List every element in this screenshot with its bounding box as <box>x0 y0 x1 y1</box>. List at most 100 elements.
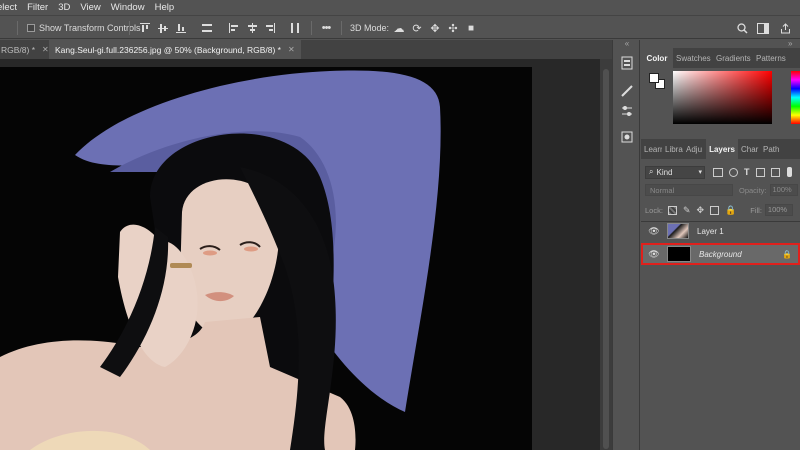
visibility-eye-icon[interactable]: 👁 <box>647 226 661 237</box>
divider <box>17 21 18 35</box>
panel-dock-strip: « <box>612 38 640 450</box>
document-tab-previous[interactable]: RGB/8) * ✕ <box>0 40 55 59</box>
divider <box>129 21 130 35</box>
visibility-eye-icon[interactable]: 👁 <box>647 249 661 260</box>
filter-kind-dropdown[interactable]: ⌕ Kind ▾ <box>645 165 705 179</box>
show-transform-controls-checkbox[interactable]: Show Transform Controls <box>27 16 141 40</box>
tab-label: Kang.Seul-gi.full.236256.jpg @ 50% (Back… <box>55 44 281 55</box>
lock-image-pixels-icon[interactable]: ✎ <box>683 205 691 216</box>
search-icon: ⌕ <box>649 167 654 176</box>
properties-panel-icon[interactable] <box>618 128 636 146</box>
tab-adjustments[interactable]: Adju <box>683 139 706 159</box>
collapse-panels-icon[interactable]: » <box>788 39 792 48</box>
menu-filter[interactable]: Filter <box>23 2 54 13</box>
portrait-image <box>0 67 532 450</box>
smart-object-filter-icon[interactable] <box>770 167 780 177</box>
canvas-area[interactable] <box>0 59 600 450</box>
close-icon[interactable]: ✕ <box>42 45 49 54</box>
document-tab-active[interactable]: Kang.Seul-gi.full.236256.jpg @ 50% (Back… <box>49 40 301 59</box>
align-right-edges-icon[interactable] <box>263 16 277 40</box>
menu-select[interactable]: elect <box>0 2 23 13</box>
layer-name: Layer 1 <box>697 226 724 236</box>
tab-layers[interactable]: Layers <box>706 139 738 159</box>
search-icon[interactable] <box>735 16 749 40</box>
fill-field[interactable]: 100% <box>764 204 793 216</box>
layer-filter-row: ⌕ Kind ▾ T <box>641 164 800 180</box>
layer-row-layer-1[interactable]: 👁 Layer 1 <box>641 220 800 242</box>
divider <box>311 21 312 35</box>
layer-thumbnail <box>667 246 691 262</box>
workspace-icon[interactable] <box>756 16 770 40</box>
blend-mode-dropdown[interactable]: Normal <box>645 184 733 196</box>
lock-artboard-icon[interactable] <box>710 205 720 215</box>
lock-all-icon[interactable]: 🔒 <box>725 205 736 216</box>
tab-learn[interactable]: Learn <box>641 139 662 159</box>
scrollbar-thumb[interactable] <box>603 69 609 449</box>
opacity-label: Opacity: <box>739 185 767 195</box>
adjustments-panel-icon[interactable] <box>618 102 636 120</box>
layers-panel-tabs: Learn Libra Adju Layers Char Path <box>641 139 800 159</box>
tab-paths[interactable]: Path <box>760 139 786 159</box>
color-picker-field[interactable] <box>673 71 772 124</box>
3d-roll-icon[interactable]: ⟳ <box>410 16 424 40</box>
history-panel-icon[interactable] <box>618 54 636 72</box>
tab-character[interactable]: Char <box>738 139 760 159</box>
fill-value: 100% <box>767 205 788 214</box>
tab-color[interactable]: Color <box>641 48 673 68</box>
menu-view[interactable]: View <box>76 2 106 13</box>
close-icon[interactable]: ✕ <box>288 45 295 54</box>
menu-bar: elect Filter 3D View Window Help <box>0 0 800 15</box>
pixel-layer-filter-icon[interactable] <box>713 167 723 177</box>
menu-3d[interactable]: 3D <box>54 2 76 13</box>
tab-patterns[interactable]: Patterns <box>753 48 793 68</box>
3d-mode-label: 3D Mode: <box>350 23 390 33</box>
align-vertical-centers-icon[interactable] <box>156 16 170 40</box>
lock-position-icon[interactable]: ✥ <box>696 205 704 216</box>
align-horizontal-centers-icon[interactable] <box>245 16 259 40</box>
3d-scale-camera-icon[interactable]: ■ <box>464 16 478 40</box>
menu-help[interactable]: Help <box>151 2 181 13</box>
align-left-edges-icon[interactable] <box>227 16 241 40</box>
layer-thumbnail <box>667 223 689 239</box>
canvas-vertical-scrollbar[interactable] <box>600 59 612 450</box>
opacity-field[interactable]: 100% <box>769 184 798 196</box>
more-options-button[interactable]: ••• <box>318 16 334 40</box>
tab-label: RGB/8) * <box>1 44 36 55</box>
3d-orbit-icon[interactable]: ☁ <box>392 16 406 40</box>
lock-label: Lock: <box>645 205 663 215</box>
document-tab-bar: RGB/8) * ✕ Kang.Seul-gi.full.236256.jpg … <box>0 40 612 59</box>
hue-slider[interactable] <box>791 71 800 124</box>
layer-row-background[interactable]: 👁 Background 🔒 <box>641 243 800 265</box>
distribute-vertical-icon[interactable] <box>200 16 214 40</box>
opacity-value: 100% <box>772 185 792 194</box>
align-bottom-edges-icon[interactable] <box>174 16 188 40</box>
color-panel-tabs: Color Swatches Gradients Patterns <box>641 48 800 68</box>
filter-toggle-icon[interactable] <box>786 167 792 177</box>
lock-transparent-pixels-icon[interactable] <box>667 205 677 215</box>
layers-list-empty-area <box>641 266 800 450</box>
share-icon[interactable] <box>778 16 792 40</box>
type-layer-filter-icon[interactable]: T <box>744 167 750 177</box>
menu-window[interactable]: Window <box>107 2 151 13</box>
chevron-down-icon: ▾ <box>698 169 702 176</box>
right-panels: » Color Swatches Gradients Patterns Lear… <box>641 39 800 450</box>
adjustment-layer-filter-icon[interactable] <box>729 167 738 177</box>
brush-panel-icon[interactable] <box>618 82 636 100</box>
checkbox-box[interactable] <box>27 24 35 32</box>
shape-layer-filter-icon[interactable] <box>755 167 765 177</box>
blend-row: Normal Opacity: 100% <box>641 183 800 197</box>
lock-row: Lock: ✎ ✥ 🔒 Fill: 100% <box>641 203 800 217</box>
distribute-horizontal-icon[interactable] <box>288 16 302 40</box>
foreground-color-swatch[interactable] <box>649 73 659 83</box>
options-bar: Show Transform Controls ••• 3D Mode: ☁ ⟳… <box>0 15 800 39</box>
3d-pan-icon[interactable]: ✥ <box>428 16 442 40</box>
3d-slide-icon[interactable]: ✣ <box>446 16 460 40</box>
collapse-panels-icon[interactable]: « <box>618 38 636 48</box>
tab-swatches[interactable]: Swatches <box>673 48 713 68</box>
document-image <box>0 67 532 450</box>
tab-gradients[interactable]: Gradients <box>713 48 753 68</box>
align-top-edges-icon[interactable] <box>138 16 152 40</box>
tab-libraries[interactable]: Libra <box>662 139 683 159</box>
blend-mode-value: Normal <box>650 185 675 195</box>
divider <box>341 21 342 35</box>
